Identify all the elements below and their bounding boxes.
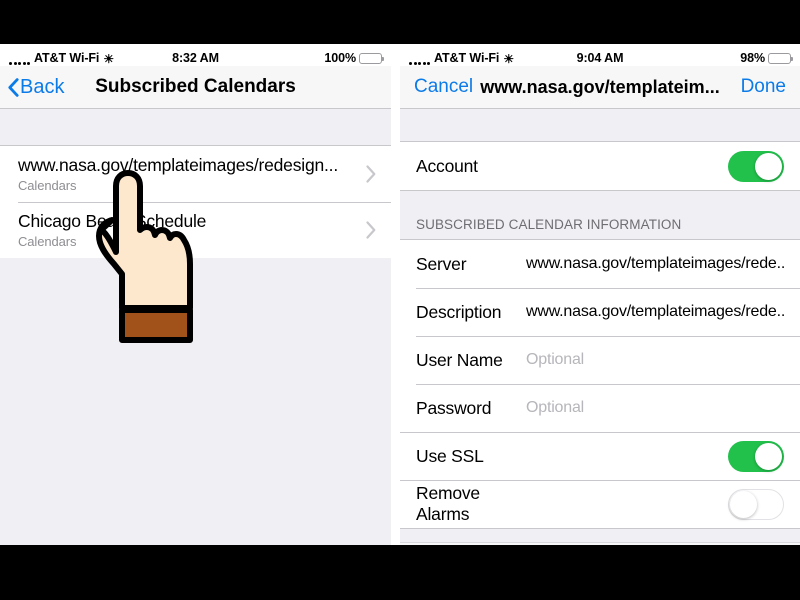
cancel-button[interactable]: Cancel [400,76,473,98]
battery-percent-label: 98% [740,51,765,65]
chevron-left-icon [8,77,19,97]
account-toggle[interactable] [728,150,784,182]
password-label: Password [416,397,492,418]
battery-percent-label: 100% [324,51,356,65]
list-item-texts: www.nasa.gov/templateimages/redesign... … [18,155,365,193]
password-row[interactable]: Password Optional [400,384,800,432]
list-item-subtitle: Calendars [18,178,77,193]
remove-alarms-toggle[interactable] [728,488,784,520]
right-phone-screen: AT&T Wi-Fi ☀ 9:04 AM 98% Cancel www.nasa… [400,44,800,545]
toggle-knob [755,152,782,180]
form-bottom-strip [400,542,800,545]
chevron-right-icon [366,165,376,183]
username-label: User Name [416,349,503,370]
account-row[interactable]: Account [400,142,800,190]
toggle-knob [730,490,757,518]
right-nav-bar: Cancel www.nasa.gov/templateim... Done [400,66,800,109]
list-item-texts: Chicago Bears Schedule Calendars [18,211,365,249]
description-label: Description [416,301,502,322]
remove-alarms-row[interactable]: Remove Alarms [400,480,800,528]
password-input[interactable]: Optional [526,399,784,417]
toggle-knob [755,442,782,470]
right-status-bar: AT&T Wi-Fi ☀ 9:04 AM 98% [400,44,800,66]
use-ssl-row[interactable]: Use SSL [400,432,800,480]
list-empty-area [0,258,391,545]
subscribed-calendars-list: www.nasa.gov/templateimages/redesign... … [0,146,391,258]
remove-alarms-label: Remove Alarms [416,483,480,524]
description-row[interactable]: Description www.nasa.gov/templateimages/… [400,288,800,336]
description-input[interactable]: www.nasa.gov/templateimages/rede... [526,303,784,321]
top-letterbox [0,0,800,44]
back-button[interactable]: Back [0,76,64,99]
list-item[interactable]: www.nasa.gov/templateimages/redesign... … [0,146,391,202]
form-top-spacer [400,109,800,142]
left-phone-screen: AT&T Wi-Fi ☀ 8:32 AM 100% Back Subscribe… [0,44,391,545]
list-item-title: www.nasa.gov/templateimages/redesign... [18,155,339,175]
form-bottom-spacer [400,528,800,542]
chevron-right-icon [366,221,376,239]
panel-divider [391,44,400,545]
status-right-group: 100% [324,51,385,65]
list-item[interactable]: Chicago Bears Schedule Calendars [0,202,391,258]
use-ssl-toggle[interactable] [728,440,784,472]
screenshot-canvas: AT&T Wi-Fi ☀ 8:32 AM 100% Back Subscribe… [0,0,800,600]
bottom-letterbox [0,545,800,600]
username-input[interactable]: Optional [526,351,784,369]
list-item-title: Chicago Bears Schedule [18,211,207,231]
server-label: Server [416,253,467,274]
left-status-bar: AT&T Wi-Fi ☀ 8:32 AM 100% [0,44,391,66]
use-ssl-label: Use SSL [416,445,484,466]
back-button-label: Back [20,75,65,98]
section-header: SUBSCRIBED CALENDAR INFORMATION [400,190,800,240]
account-label: Account [416,155,478,176]
left-nav-bar: Back Subscribed Calendars [0,66,391,109]
done-button[interactable]: Done [741,76,800,98]
status-right-group: 98% [740,51,794,65]
list-top-spacer [0,109,391,146]
battery-icon [359,52,385,64]
battery-icon [768,52,794,64]
username-row[interactable]: User Name Optional [400,336,800,384]
server-input[interactable]: www.nasa.gov/templateimages/rede... [526,255,784,273]
list-item-subtitle: Calendars [18,234,77,249]
server-row[interactable]: Server www.nasa.gov/templateimages/rede.… [400,240,800,288]
